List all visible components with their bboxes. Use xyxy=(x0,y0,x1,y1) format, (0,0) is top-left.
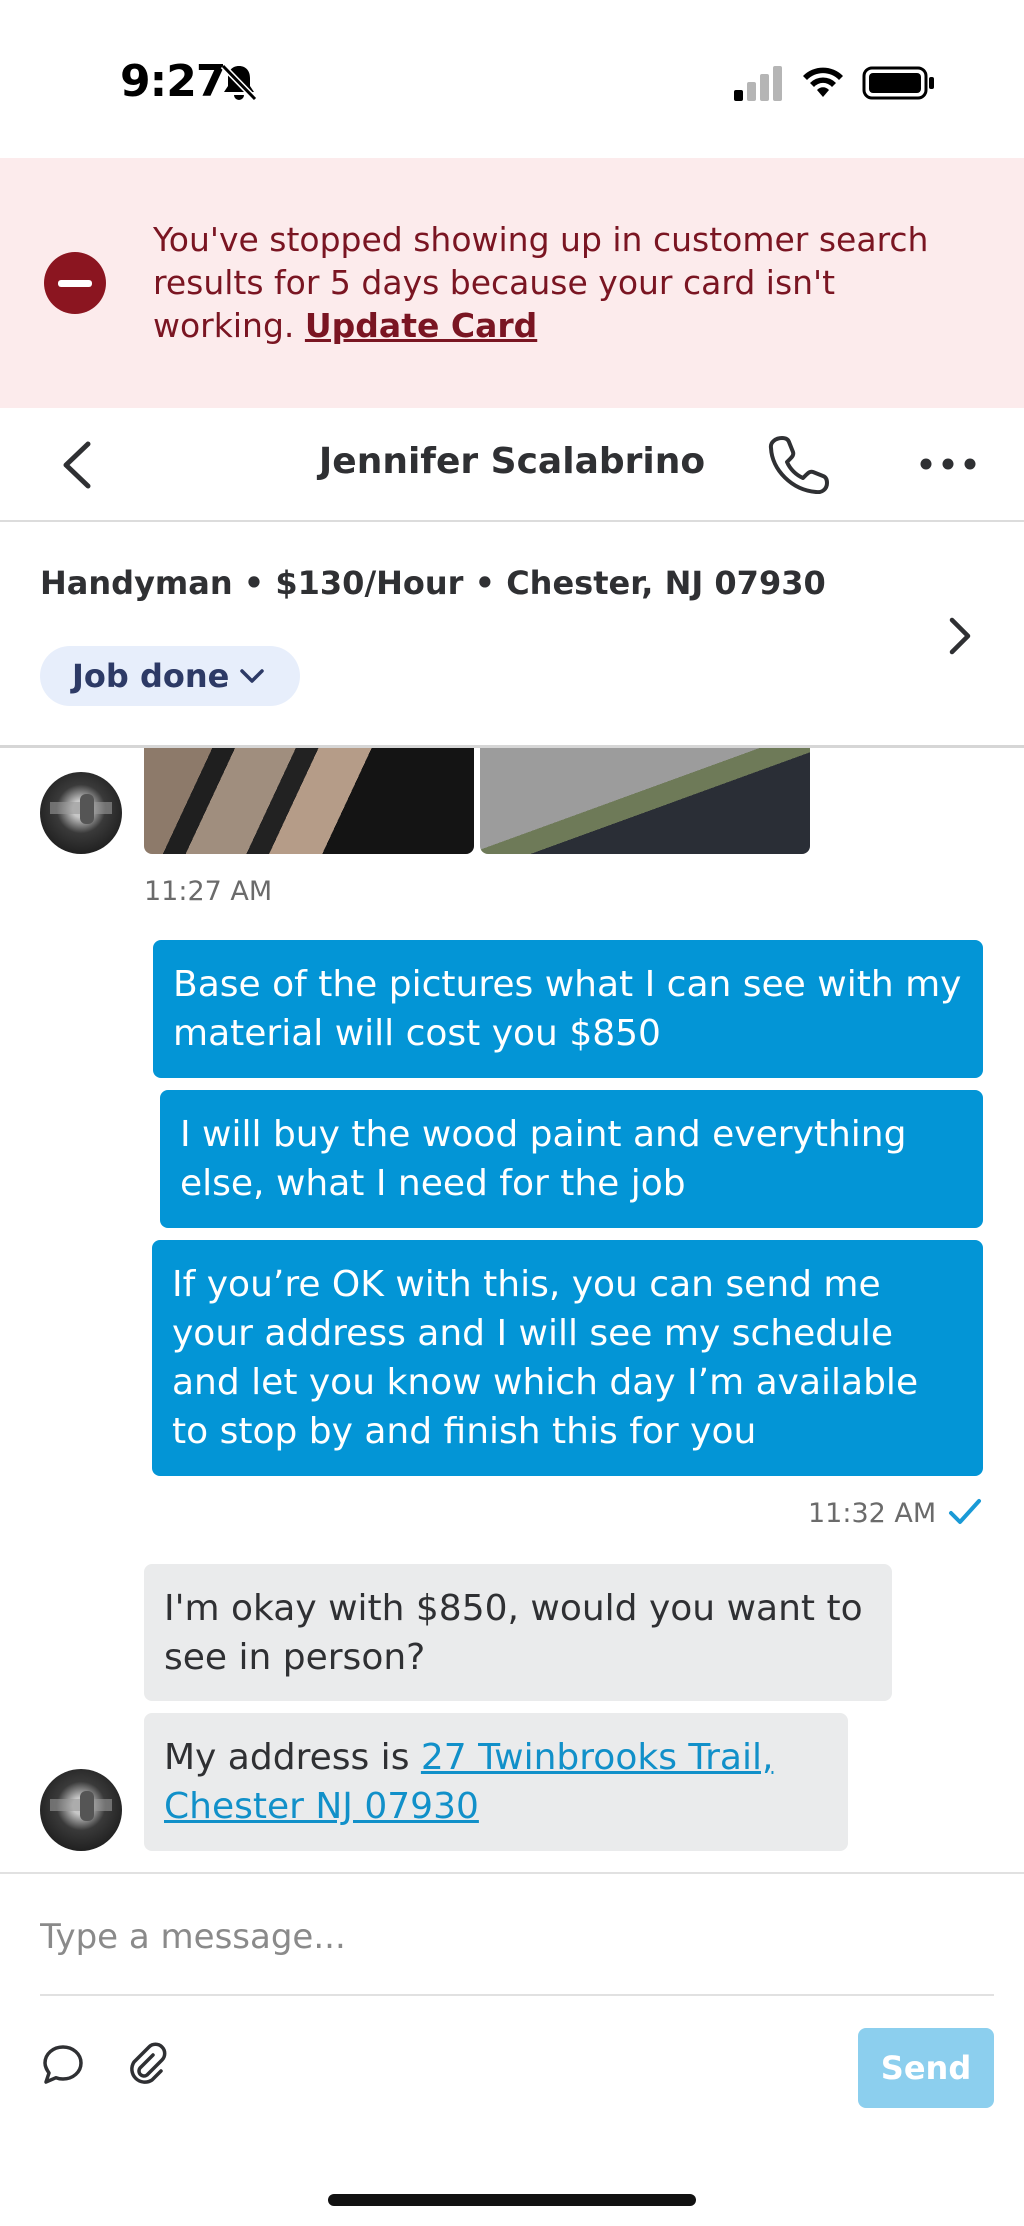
send-button[interactable]: Send xyxy=(858,2028,994,2108)
banner-message: You've stopped showing up in customer se… xyxy=(153,218,973,347)
composer-divider-top xyxy=(0,1872,1024,1874)
home-indicator[interactable] xyxy=(328,2194,696,2206)
update-card-link[interactable]: Update Card xyxy=(305,306,537,345)
attachment-icon[interactable] xyxy=(126,2042,172,2088)
job-details: Handyman • $130/Hour • Chester, NJ 07930 xyxy=(40,564,826,602)
more-dots-icon[interactable] xyxy=(918,446,978,482)
minus-circle-icon xyxy=(44,252,106,314)
incoming-message: I'm okay with $850, would you want to se… xyxy=(144,1564,892,1701)
read-check-icon xyxy=(949,1499,981,1524)
message-timestamp: 11:27 AM xyxy=(144,876,273,907)
job-status-label: Job done xyxy=(72,657,230,695)
message-input[interactable] xyxy=(40,1900,990,1974)
incoming-message: My address is 27 Twinbrooks Trail, Chest… xyxy=(144,1713,848,1851)
chevron-left-icon[interactable] xyxy=(56,438,100,492)
customer-avatar xyxy=(40,772,122,854)
wifi-icon xyxy=(803,67,843,97)
composer-divider xyxy=(40,1994,994,1996)
cellular-signal-icon xyxy=(734,66,782,101)
status-time: 9:27 xyxy=(120,56,226,107)
job-summary-panel[interactable] xyxy=(0,522,1024,748)
chevron-right-icon[interactable] xyxy=(944,614,974,658)
outgoing-message: If you’re OK with this, you can send me … xyxy=(152,1240,983,1476)
banner-text: You've stopped showing up in customer se… xyxy=(153,220,929,345)
outgoing-message: I will buy the wood paint and everything… xyxy=(160,1090,983,1228)
quick-reply-icon[interactable] xyxy=(40,2042,86,2088)
status-bar: 9:27 xyxy=(0,0,1024,158)
message-timestamp: 11:32 AM xyxy=(808,1498,937,1529)
battery-icon xyxy=(862,66,934,100)
outgoing-message: Base of the pictures what I can see with… xyxy=(153,940,983,1078)
attached-photo[interactable] xyxy=(480,748,810,854)
bell-off-icon xyxy=(220,63,258,102)
phone-icon[interactable] xyxy=(768,432,830,494)
attached-photo[interactable] xyxy=(144,748,474,854)
contact-name: Jennifer Scalabrino xyxy=(318,441,706,482)
customer-avatar xyxy=(40,1769,122,1851)
chevron-down-icon xyxy=(240,669,264,683)
address-prefix: My address is xyxy=(164,1737,421,1778)
